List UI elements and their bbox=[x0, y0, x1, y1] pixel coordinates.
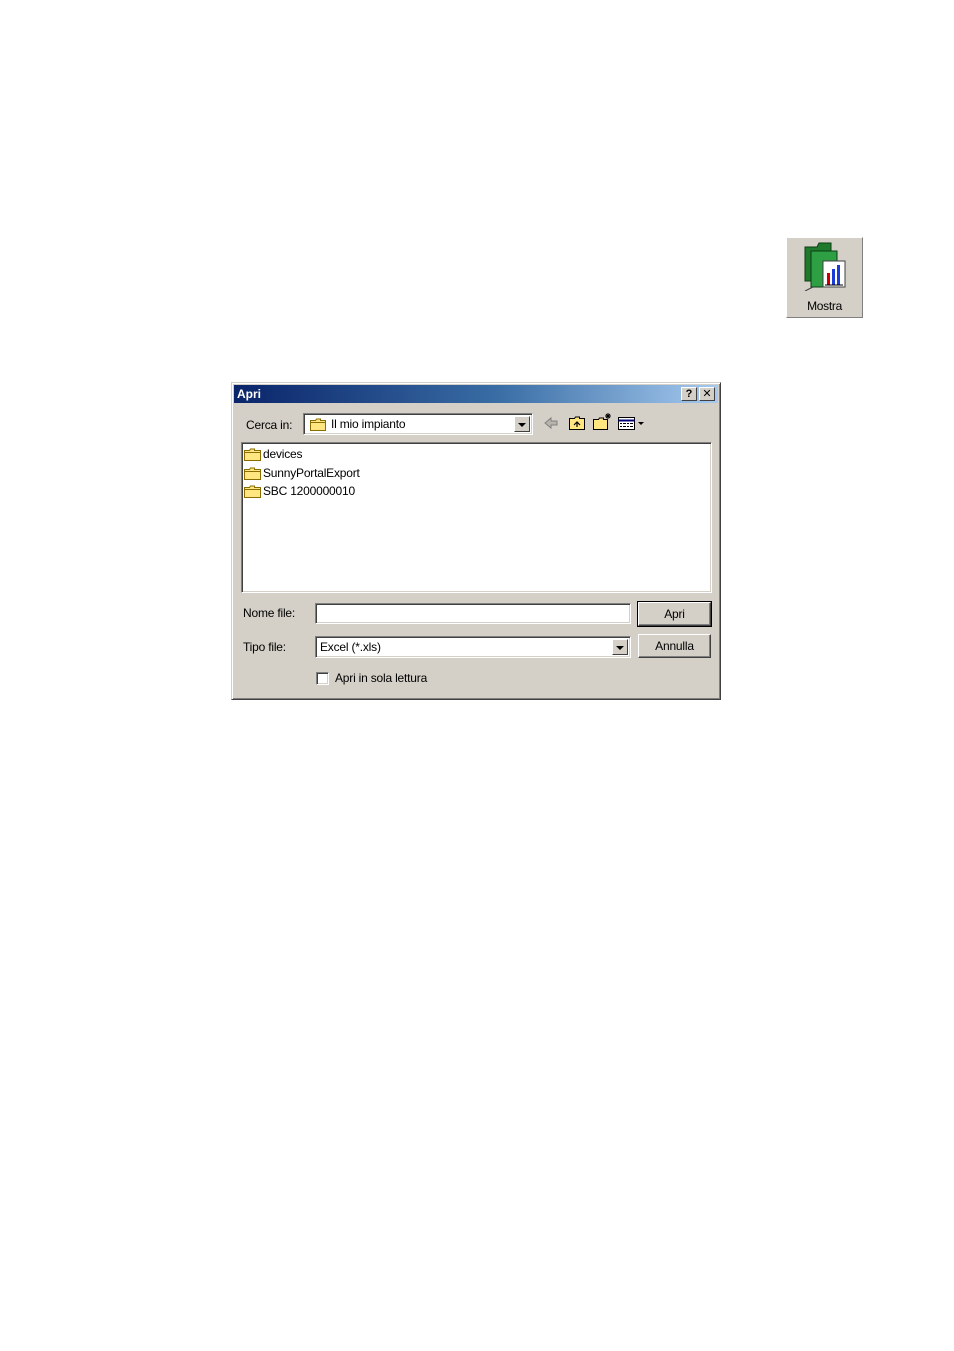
file-type-select[interactable]: Excel (*.xls) bbox=[315, 636, 631, 658]
folder-with-chart-icon bbox=[804, 242, 846, 291]
open-file-dialog: Apri ? ✕ Cerca in: Il mio impianto devic… bbox=[231, 382, 721, 700]
close-icon: ✕ bbox=[702, 388, 712, 400]
file-type-dropdown-button[interactable] bbox=[612, 639, 628, 655]
file-name: SunnyPortalExport bbox=[263, 466, 360, 480]
close-button[interactable]: ✕ bbox=[699, 387, 715, 401]
open-button[interactable]: Apri bbox=[637, 601, 712, 627]
chevron-down-icon bbox=[616, 646, 624, 650]
chevron-down-icon bbox=[518, 423, 526, 427]
read-only-label[interactable]: Apri in sola lettura bbox=[335, 671, 427, 685]
new-folder-icon[interactable] bbox=[592, 412, 612, 431]
look-in-value: Il mio impianto bbox=[331, 417, 406, 431]
folder-icon bbox=[244, 485, 261, 498]
file-name: devices bbox=[263, 447, 303, 461]
file-type-value: Excel (*.xls) bbox=[320, 640, 381, 654]
dialog-title: Apri bbox=[237, 387, 261, 401]
mostra-button[interactable]: Mostra bbox=[786, 237, 863, 318]
file-type-label: Tipo file: bbox=[243, 640, 286, 654]
cancel-button[interactable]: Annulla bbox=[638, 634, 711, 658]
folder-icon bbox=[244, 448, 261, 461]
file-list[interactable]: devices SunnyPortalExport SBC 1200000010 bbox=[241, 442, 712, 593]
folder-icon bbox=[244, 467, 261, 480]
view-menu-icon[interactable] bbox=[618, 415, 646, 431]
read-only-checkbox[interactable] bbox=[316, 672, 329, 685]
help-icon: ? bbox=[685, 388, 693, 400]
dialog-titlebar[interactable]: Apri ? ✕ bbox=[234, 385, 718, 403]
look-in-dropdown-button[interactable] bbox=[514, 416, 530, 432]
file-name-input[interactable] bbox=[315, 603, 631, 624]
look-in-combo[interactable]: Il mio impianto bbox=[303, 413, 533, 435]
up-one-level-icon[interactable] bbox=[568, 415, 586, 431]
back-icon[interactable] bbox=[543, 415, 559, 431]
file-name-label: Nome file: bbox=[243, 606, 296, 620]
folder-icon bbox=[310, 418, 326, 431]
help-button[interactable]: ? bbox=[681, 387, 697, 401]
file-name: SBC 1200000010 bbox=[263, 484, 355, 498]
look-in-label: Cerca in: bbox=[246, 418, 293, 432]
mostra-label: Mostra bbox=[807, 299, 842, 313]
